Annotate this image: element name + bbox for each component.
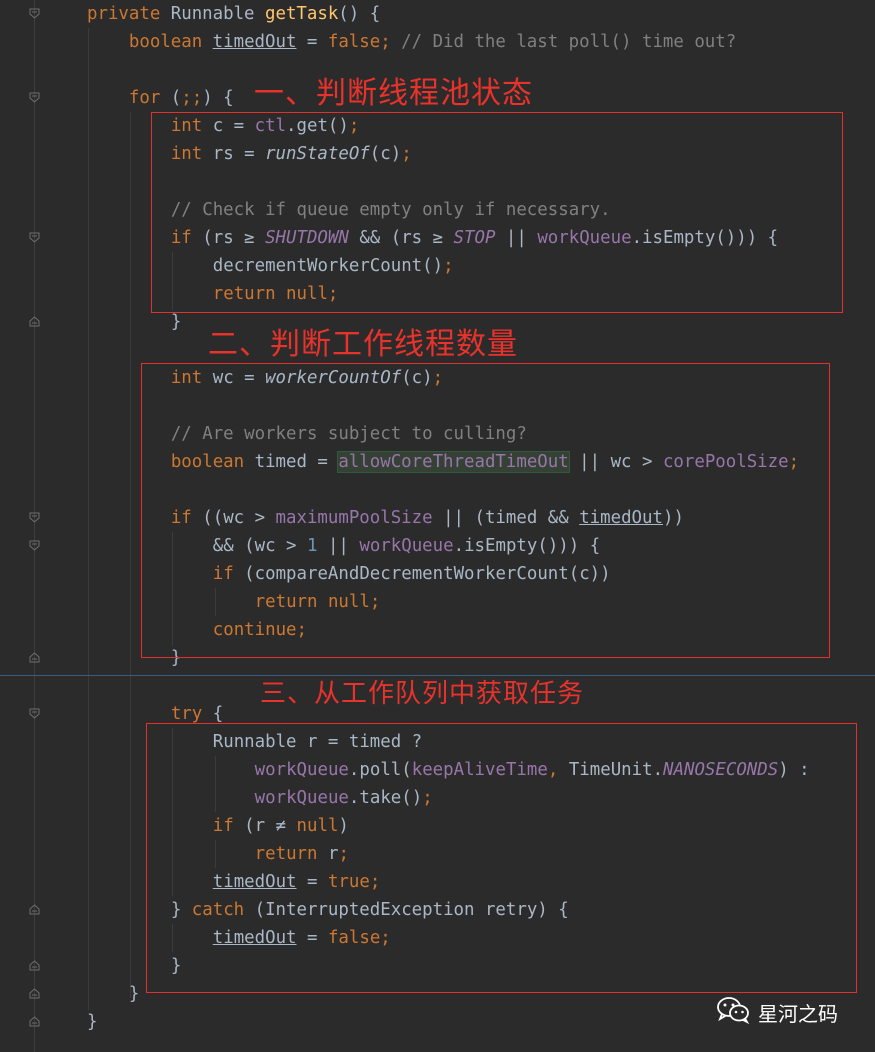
code-line[interactable]: boolean timedOut = false; // Did the las…	[129, 28, 736, 56]
annotation-step-2: 二、判断工作线程数量	[208, 327, 518, 362]
code-token: ;;	[181, 88, 203, 108]
code-token: getTask	[265, 4, 339, 24]
code-token: for	[128, 88, 171, 108]
code-comment: // Did the last poll() time out?	[390, 32, 737, 52]
annotation-box-worker-count	[141, 363, 830, 658]
code-token: ) {	[202, 88, 234, 108]
wechat-icon	[716, 996, 750, 1028]
code-token: }	[170, 312, 182, 332]
watermark-text: 星河之码	[758, 1001, 838, 1026]
code-token: (	[170, 88, 182, 108]
code-token: }	[128, 984, 140, 1004]
code-editor[interactable]: private Runnable getTask() {boolean time…	[0, 0, 875, 1052]
code-line[interactable]: private Runnable getTask() {	[87, 0, 380, 28]
code-token: () {	[338, 4, 381, 24]
annotation-box-get-task	[146, 723, 857, 993]
code-token: private	[87, 4, 171, 24]
code-line[interactable]: for (;;) {	[129, 84, 234, 112]
code-token: {	[212, 704, 224, 724]
annotation-step-3: 三、从工作队列中获取任务	[260, 679, 585, 709]
annotation-step-1: 一、判断线程池状态	[254, 76, 533, 111]
code-token: =	[296, 32, 328, 52]
code-token: Runnable	[170, 4, 265, 24]
code-line[interactable]: }	[87, 1008, 97, 1036]
annotation-box-pool-state	[151, 112, 843, 313]
code-token: boolean	[128, 32, 213, 52]
watermark: 星河之码	[716, 996, 838, 1028]
code-line[interactable]: }	[129, 980, 139, 1008]
code-token: try	[170, 704, 213, 724]
code-token: timedOut	[212, 32, 297, 52]
code-token: false;	[327, 32, 391, 52]
code-token: }	[87, 1012, 98, 1032]
